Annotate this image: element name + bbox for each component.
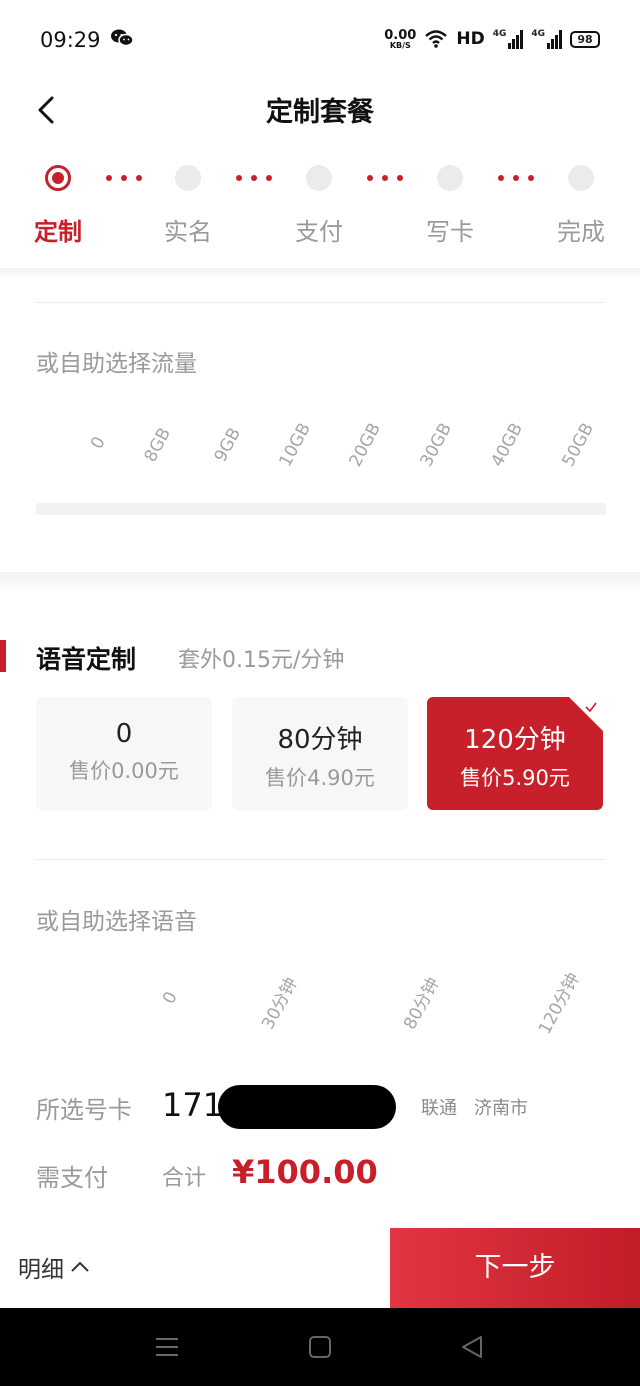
step-label-write-card: 写卡 [426,218,474,246]
divider [36,302,606,303]
detail-label: 明细 [18,1257,64,1283]
back-nav-icon[interactable] [459,1334,485,1360]
network-speed: 0.00 KB/S [384,29,416,50]
step-label-complete: 完成 [557,218,605,246]
option-name: 80分钟 [277,725,363,755]
step-node-pay [306,165,332,191]
voice-tick: 120分钟 [535,969,584,1038]
data-tick: 50GB [558,419,598,471]
bottom-action-bar: 明细 下一步 [0,1228,640,1308]
divider [36,859,606,860]
carrier-label: 联通 [421,1098,457,1119]
detail-button[interactable]: 明细 [18,1250,90,1284]
data-tick: 40GB [487,419,527,471]
phone-number: 171 [162,1086,224,1124]
step-connector [498,175,534,181]
option-price: 售价4.90元 [265,766,375,790]
data-tick: 20GB [345,419,385,471]
signal-2-label: 4G [531,29,545,39]
network-speed-unit: KB/S [389,40,411,50]
menu-icon[interactable] [154,1334,180,1360]
option-price: 售价0.00元 [69,759,179,783]
section-accent-bar [0,640,6,672]
step-node-customize [45,165,71,191]
voice-helper-label: 或自助选择语音 [36,909,197,935]
chevron-up-icon [71,1261,89,1272]
option-name: 0 [115,719,133,749]
signal-1-label: 4G [492,29,507,39]
section-separator [0,572,640,594]
step-connector [236,175,272,181]
voice-option-120[interactable]: 120分钟 售价5.90元 [427,697,603,810]
data-tick: 9GB [210,424,246,466]
status-bar: 09:29 0.00 KB/S HD 4G 4G 98 [0,0,640,78]
signal-icon-1: 4G [493,29,524,49]
total-label: 合计 [162,1166,207,1191]
network-speed-value: 0.00 [384,27,417,43]
data-slider-ticks: 0 8GB 9GB 10GB 20GB 30GB 40GB 50GB [0,405,640,495]
home-icon[interactable] [307,1334,333,1360]
voice-tick: 0 [159,988,182,1008]
voice-section-title: 语音定制 [36,645,137,674]
step-label-customize: 定制 [34,218,82,246]
system-nav-bar [0,1308,640,1386]
step-connector [106,175,142,181]
check-icon [585,702,597,713]
step-label-realname: 实名 [164,218,212,246]
header-shadow [0,268,640,278]
hd-label: HD [456,29,485,49]
voice-option-0[interactable]: 0 售价0.00元 [36,697,212,810]
wechat-icon [111,29,134,47]
phone-label: 所选号卡 [36,1096,132,1124]
city-label: 济南市 [474,1098,528,1119]
voice-section-subtitle: 套外0.15元/分钟 [178,648,345,673]
progress-stepper: 定制 实名 支付 写卡 完成 [0,150,640,270]
total-amount: ¥100.00 [232,1153,378,1191]
option-price: 售价5.90元 [460,766,570,790]
battery-icon: 98 [570,30,600,48]
status-time: 09:29 [40,28,101,52]
data-helper-label: 或自助选择流量 [36,351,197,377]
pay-label: 需支付 [36,1164,108,1192]
step-node-write-card [437,165,463,191]
redaction-mask [218,1085,396,1129]
voice-tick: 30分钟 [258,974,302,1033]
data-slider-track[interactable] [36,503,606,515]
voice-slider-ticks: 0 30分钟 80分钟 120分钟 [0,960,640,1050]
nav-bar: 定制套餐 [0,78,640,140]
step-connector [367,175,403,181]
data-tick: 30GB [416,419,456,471]
step-node-complete [568,165,594,191]
next-step-button[interactable]: 下一步 [390,1228,640,1308]
step-node-realname [175,165,201,191]
signal-icon-2: 4G [531,29,562,49]
voice-tick: 80分钟 [400,974,444,1033]
data-tick: 0 [87,433,110,453]
step-label-pay: 支付 [295,218,343,246]
page-title: 定制套餐 [266,97,374,128]
data-tick: 10GB [275,419,315,471]
voice-option-80[interactable]: 80分钟 售价4.90元 [232,697,408,810]
wifi-icon [425,30,448,48]
data-tick: 8GB [140,424,176,466]
